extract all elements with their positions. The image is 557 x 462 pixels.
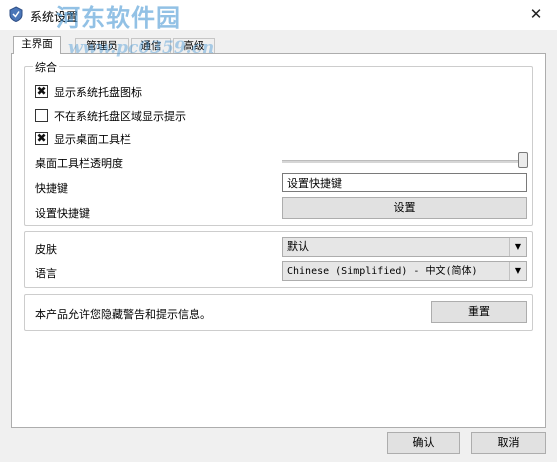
skin-select-value: 默认 — [287, 240, 309, 253]
general-group: 综合 ✖ 显示系统托盘图标 不在系统托盘区域显示提示 ✖ 显示桌面工具栏 桌面工… — [24, 59, 533, 226]
skin-label: 皮肤 — [35, 243, 57, 256]
ok-button[interactable]: 确认 — [387, 432, 460, 454]
warnings-text: 本产品允许您隐藏警告和提示信息。 — [35, 308, 211, 321]
appearance-group: 皮肤 默认 ▼ 语言 Chinese (Simplified) - 中文(简体)… — [24, 231, 533, 288]
desktop-toolbar-checkbox[interactable]: ✖ — [35, 132, 48, 145]
opacity-slider-thumb[interactable] — [518, 152, 528, 168]
language-select-value: Chinese (Simplified) - 中文(简体) — [287, 266, 478, 277]
set-hotkey-label: 设置快捷键 — [35, 207, 90, 220]
tray-icon-label: 显示系统托盘图标 — [54, 86, 142, 99]
language-select[interactable]: Chinese (Simplified) - 中文(简体) ▼ — [282, 261, 527, 281]
chevron-down-icon[interactable]: ▼ — [509, 262, 526, 280]
chevron-down-icon[interactable]: ▼ — [509, 238, 526, 256]
opacity-slider-track[interactable] — [282, 160, 526, 163]
cancel-button[interactable]: 取消 — [471, 432, 546, 454]
tray-tips-label: 不在系统托盘区域显示提示 — [54, 110, 186, 123]
tray-icon-checkbox[interactable]: ✖ — [35, 85, 48, 98]
set-hotkey-button[interactable]: 设置 — [282, 197, 527, 219]
watermark-logo: 河东软件园 — [56, 4, 181, 32]
close-icon[interactable]: ✕ — [522, 4, 550, 24]
desktop-toolbar-label: 显示桌面工具栏 — [54, 133, 131, 146]
hotkey-input[interactable]: 设置快捷键 — [282, 173, 527, 192]
app-icon — [9, 6, 23, 22]
opacity-label: 桌面工具栏透明度 — [35, 157, 123, 170]
tab-page-main: 综合 ✖ 显示系统托盘图标 不在系统托盘区域显示提示 ✖ 显示桌面工具栏 桌面工… — [11, 53, 546, 428]
hotkey-label: 快捷键 — [35, 182, 68, 195]
reset-button[interactable]: 重置 — [431, 301, 527, 323]
language-label: 语言 — [35, 267, 57, 280]
general-group-title: 综合 — [33, 59, 59, 75]
warnings-group: 本产品允许您隐藏警告和提示信息。 重置 — [24, 294, 533, 331]
watermark-url: www.pc0359.cn — [68, 38, 215, 58]
skin-select[interactable]: 默认 ▼ — [282, 237, 527, 257]
tab-main[interactable]: 主界面 — [13, 36, 61, 54]
tray-tips-checkbox[interactable] — [35, 109, 48, 122]
